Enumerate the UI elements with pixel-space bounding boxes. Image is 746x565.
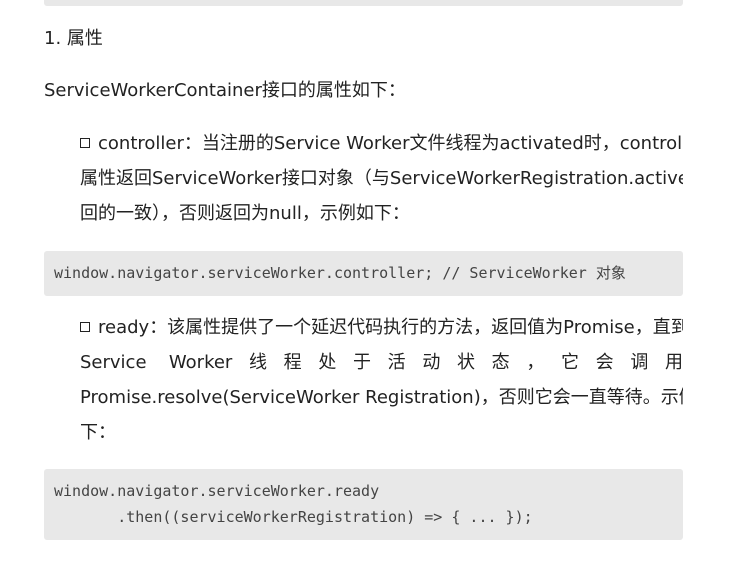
bullet-text: controller：当注册的Service Worker文件线程为activa… [98, 133, 683, 154]
bullet-line: 回的一致），否则返回为null，示例如下： [80, 203, 410, 224]
code-line: window.navigator.serviceWorker.controlle… [54, 264, 626, 282]
bullet-ready: ready：该属性提供了一个延迟代码执行的方法，返回值为Promise，直到 S… [80, 310, 683, 450]
code-block-controller: window.navigator.serviceWorker.controlle… [44, 251, 683, 296]
code-block-ready: window.navigator.serviceWorker.ready .th… [44, 469, 683, 540]
section-title: 属性 [66, 28, 103, 49]
section-number: 1. [44, 28, 62, 49]
bullet-line: controller：当注册的Service Worker文件线程为activa… [80, 126, 683, 161]
bullet-line: Service Worker线程处于活动状态，它会调用 [80, 352, 683, 373]
bullet-line: 下： [80, 422, 116, 443]
bullet-line: Promise.resolve(ServiceWorker Registrati… [80, 387, 683, 408]
bullet-line: 属性返回ServiceWorker接口对象（与ServiceWorkerRegi… [80, 168, 683, 189]
section-heading: 1. 属性 [44, 26, 103, 52]
code-line: .then((serviceWorkerRegistration) => { .… [54, 508, 533, 526]
code-line: window.navigator.serviceWorker.ready [54, 482, 380, 500]
bullet-text: ready：该属性提供了一个延迟代码执行的方法，返回值为Promise，直到 [98, 317, 683, 338]
intro-paragraph: ServiceWorkerContainer接口的属性如下： [44, 80, 406, 101]
checkbox-bullet-icon [80, 322, 90, 332]
checkbox-bullet-icon [80, 138, 90, 148]
bullet-line: ready：该属性提供了一个延迟代码执行的方法，返回值为Promise，直到 [80, 310, 683, 345]
bullet-controller: controller：当注册的Service Worker文件线程为activa… [80, 126, 683, 231]
previous-code-block [44, 0, 683, 6]
